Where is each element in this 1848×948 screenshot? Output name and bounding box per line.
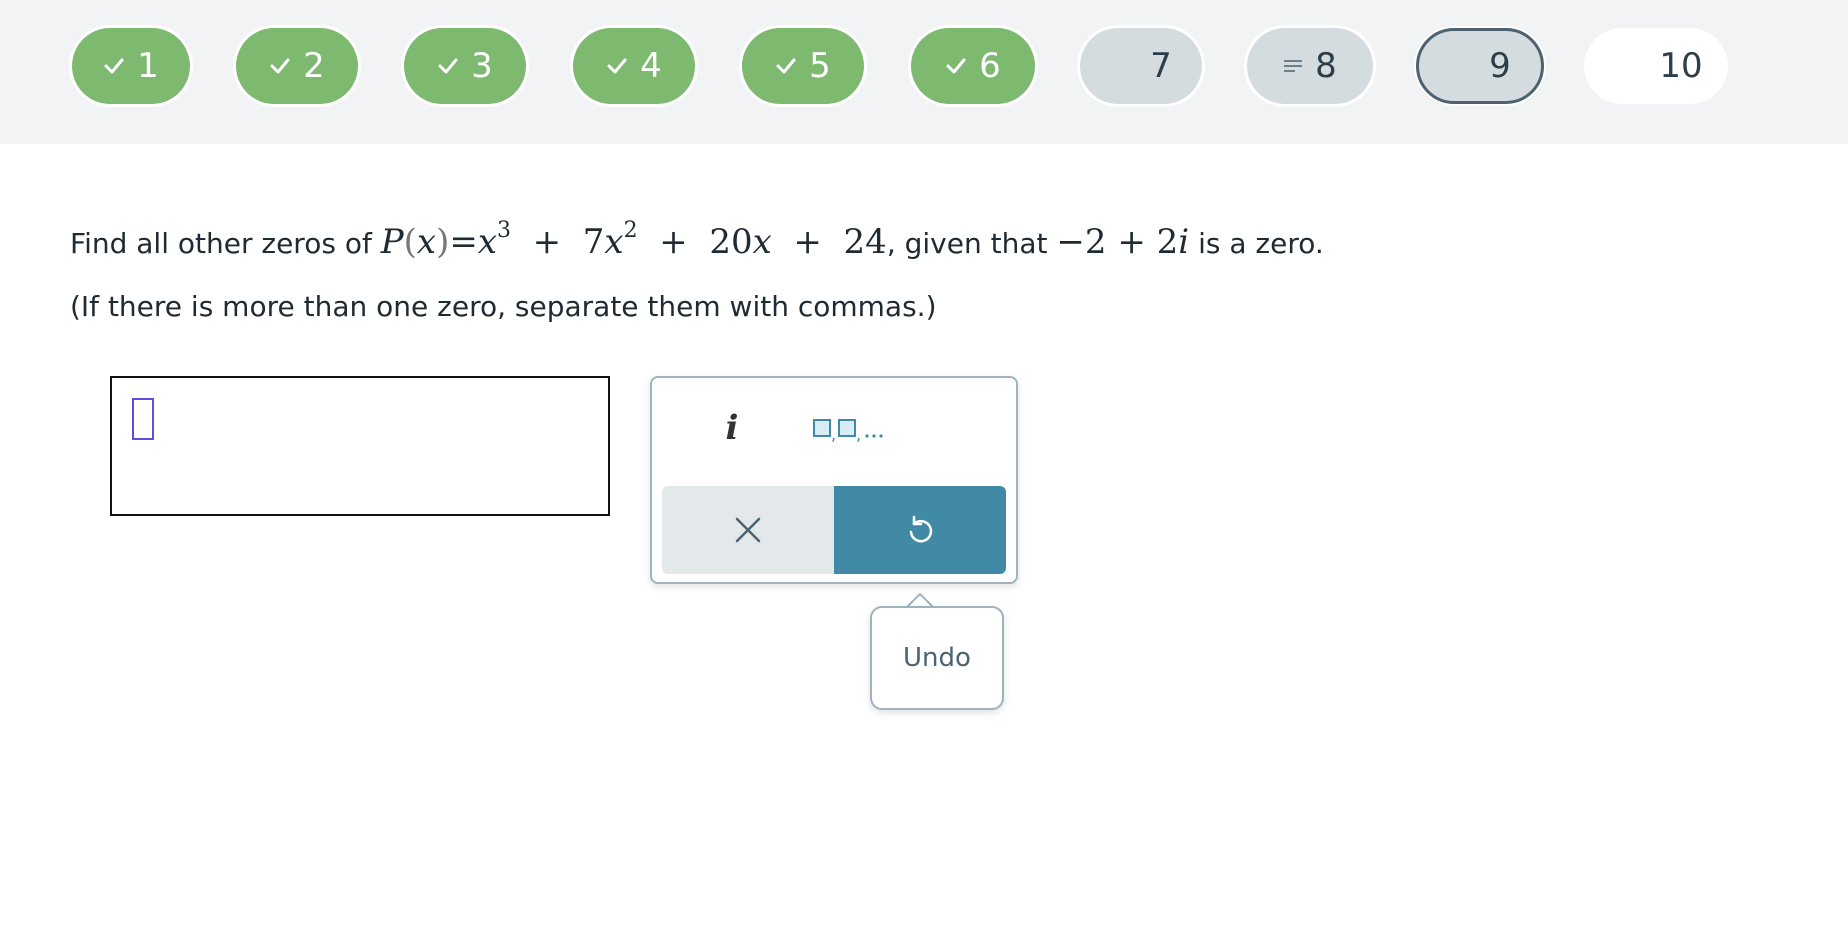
- svg-text:,: ,: [831, 425, 836, 443]
- check-icon: [776, 58, 796, 74]
- question-number: 7: [1150, 46, 1172, 86]
- close-paren: ): [436, 222, 450, 262]
- partial-progress-icon: [1284, 60, 1303, 72]
- check-icon: [438, 58, 458, 74]
- equals-sign: =: [449, 222, 478, 262]
- question-6-button[interactable]: 6: [911, 28, 1035, 104]
- check-icon: [607, 58, 627, 74]
- comma-list-key[interactable]: , ,: [792, 400, 912, 456]
- term-2-exponent: 2: [623, 218, 638, 243]
- svg-text:,: ,: [856, 425, 861, 443]
- question-text: Find all other zeros of P(x)=x3 + 7x2 + …: [70, 212, 1324, 277]
- question-number: 6: [979, 46, 1001, 86]
- close-icon: [735, 517, 761, 543]
- question-7-button[interactable]: 7: [1080, 28, 1202, 104]
- question-number: 4: [640, 46, 662, 86]
- plus-sign: +: [532, 222, 562, 262]
- check-icon: [104, 58, 124, 74]
- imaginary-i-key[interactable]: i: [702, 400, 762, 456]
- tooltip-text: Undo: [903, 643, 971, 673]
- question-3-button[interactable]: 3: [404, 28, 526, 104]
- question-1-button[interactable]: 1: [72, 28, 190, 104]
- undo-button[interactable]: [834, 486, 1006, 574]
- comma-separated-list-icon: , ,: [813, 419, 883, 443]
- given-zero: −2 + 2i: [1056, 222, 1189, 262]
- question-prefix: Find all other zeros of: [70, 227, 372, 260]
- term-3-base: x: [752, 222, 772, 262]
- term-2-base: x: [604, 222, 624, 262]
- check-icon: [270, 58, 290, 74]
- answer-input[interactable]: [110, 376, 610, 516]
- term-1-base: x: [477, 222, 498, 262]
- key-label: i: [725, 408, 739, 448]
- term-3-coefficient: 20: [709, 222, 753, 262]
- input-cursor: [132, 398, 154, 440]
- question-number: 5: [809, 46, 831, 86]
- question-given: given that: [904, 227, 1048, 260]
- question-number: 10: [1659, 46, 1703, 86]
- question-2-button[interactable]: 2: [236, 28, 358, 104]
- math-keypad: i , ,: [650, 376, 1018, 584]
- term-2-coefficient: 7: [582, 222, 605, 262]
- zero-real-part: −2: [1056, 222, 1107, 262]
- question-10-button[interactable]: 10: [1584, 28, 1728, 104]
- question-number: 1: [137, 46, 159, 86]
- term-1-exponent: 3: [497, 218, 512, 243]
- question-number: 2: [303, 46, 325, 86]
- instruction-text: (If there is more than one zero, separat…: [70, 290, 937, 323]
- undo-tooltip: Undo: [870, 606, 1004, 710]
- undo-icon: [909, 515, 933, 543]
- question-progress-bar: 1 2 3 4 5 6 7 8 9 10: [0, 0, 1848, 144]
- question-5-button[interactable]: 5: [742, 28, 864, 104]
- plus-sign: +: [1117, 222, 1146, 262]
- polynomial: P(x)=x3 + 7x2 + 20x + 24: [380, 218, 887, 262]
- question-number: 3: [471, 46, 493, 86]
- open-paren: (: [403, 222, 417, 262]
- term-4-constant: 24: [843, 222, 887, 262]
- function-name: P: [380, 222, 404, 262]
- question-9-button[interactable]: 9: [1416, 28, 1544, 104]
- comma: ,: [886, 227, 896, 260]
- clear-button[interactable]: [662, 486, 834, 574]
- question-suffix: is a zero.: [1198, 227, 1324, 260]
- variable: x: [416, 222, 437, 262]
- question-4-button[interactable]: 4: [573, 28, 695, 104]
- plus-sign: +: [793, 222, 822, 262]
- question-number: 8: [1315, 46, 1337, 86]
- zero-imag-coefficient: 2: [1156, 222, 1179, 262]
- imaginary-unit: i: [1178, 222, 1190, 262]
- check-icon: [946, 58, 966, 74]
- question-number: 9: [1489, 46, 1511, 86]
- plus-sign: +: [659, 222, 688, 262]
- question-8-button[interactable]: 8: [1247, 28, 1373, 104]
